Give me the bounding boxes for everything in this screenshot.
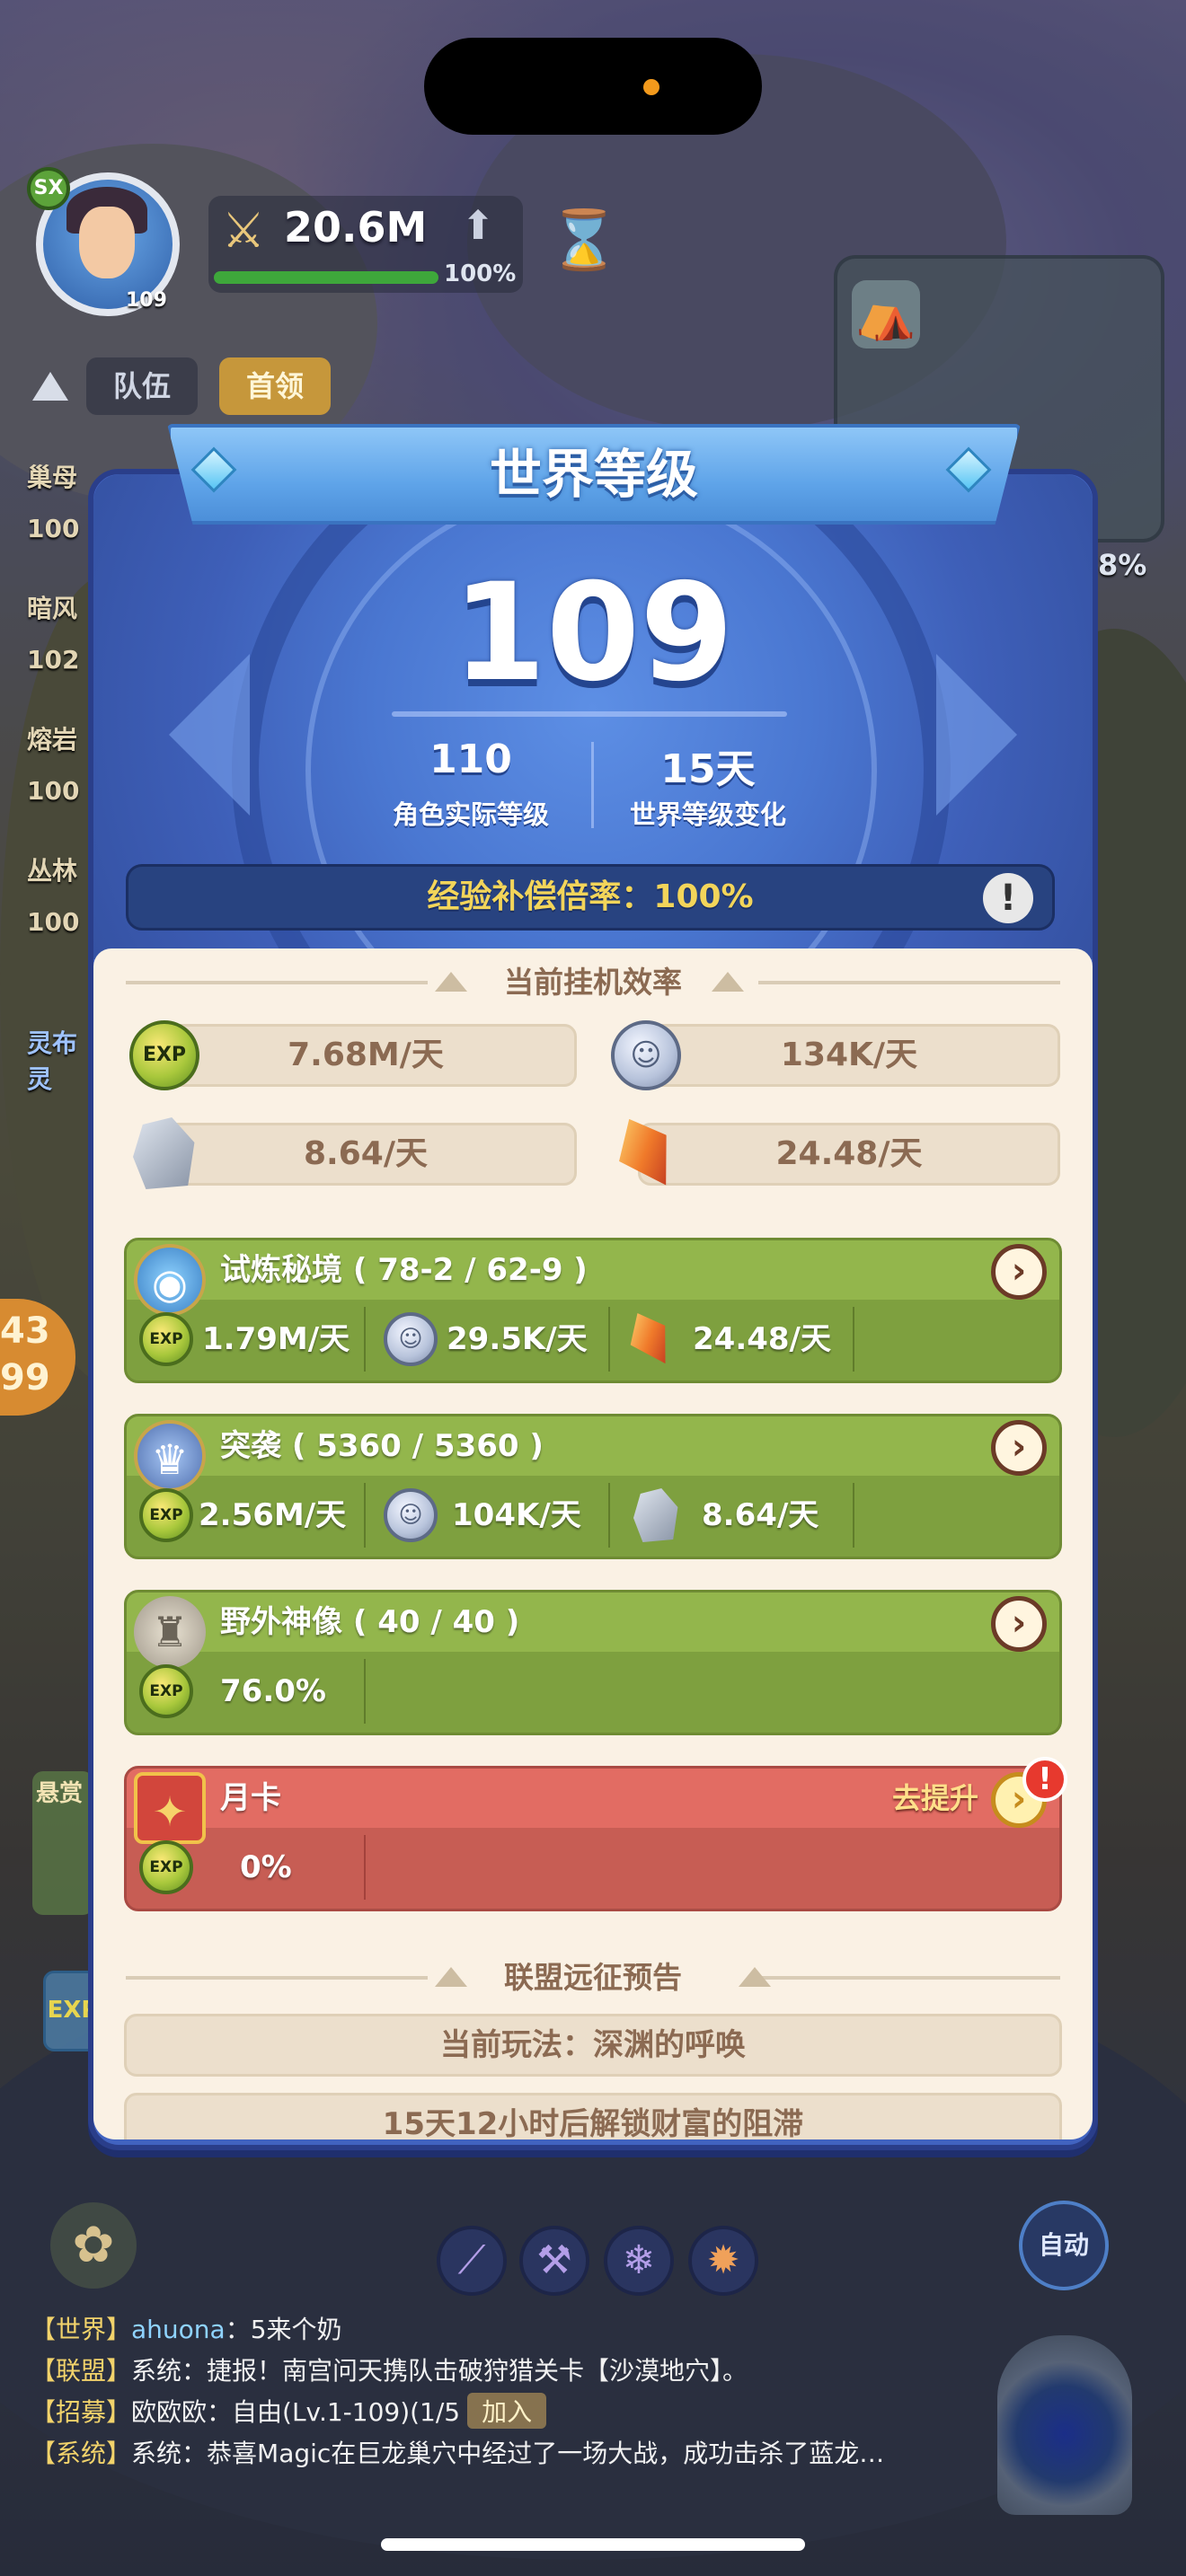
chevron-right-icon[interactable]: › — [991, 1596, 1047, 1652]
arrow-up-icon[interactable]: ⬆ — [456, 203, 500, 250]
event-badge-text: 43 99 — [0, 1310, 50, 1398]
left-list-item[interactable]: 巢母 — [27, 458, 99, 494]
exp-rate: 1.79M/天 — [202, 1321, 350, 1357]
recording-indicator — [643, 79, 659, 95]
card-title: 试炼秘境 ( 78-2 / 62-9 ) — [220, 1252, 588, 1288]
coin-rate: 29.5K/天 — [447, 1321, 588, 1357]
exp-rate: 2.56M/天 — [199, 1497, 347, 1533]
coin-icon: ☺ — [384, 1312, 438, 1366]
coin-rate: 104K/天 — [452, 1497, 581, 1533]
current-mode: 当前玩法：深渊的呼唤 — [124, 2014, 1062, 2077]
card-title: 突袭 ( 5360 / 5360 ) — [220, 1428, 544, 1464]
dynamic-island — [424, 38, 762, 135]
alert-badge: ! — [1022, 1757, 1067, 1802]
coin-rate: 134K/天 — [638, 1024, 1060, 1087]
hourglass-icon[interactable]: ⌛ — [548, 203, 620, 278]
collapse-icon[interactable] — [32, 372, 68, 401]
chat-sender: 系统 — [131, 2356, 182, 2386]
world-level-value: 109 — [452, 555, 734, 711]
stone-icon — [633, 1488, 678, 1542]
alliance-section-header: 联盟远征预告 — [93, 1956, 1093, 1999]
side-progress-text: 8% — [1098, 548, 1147, 582]
exp-icon: EXP — [129, 1020, 199, 1090]
hammer-skill-icon[interactable]: ⚒ — [519, 2226, 589, 2296]
home-indicator[interactable] — [381, 2538, 805, 2551]
blade-skill-icon[interactable]: ⟋ — [437, 2226, 507, 2296]
stone-rate: 8.64/天 — [155, 1123, 577, 1186]
exp-icon: EXP — [139, 1664, 193, 1718]
chat-content: ：自由(Lv.1-109)(1/5 — [207, 2397, 461, 2427]
stone-rate: 8.64/天 — [702, 1497, 819, 1533]
afk-section-header: 当前挂机效率 — [93, 961, 1093, 1004]
exp-icon: EXP — [139, 1312, 193, 1366]
crystal-rate: 24.48/天 — [638, 1123, 1060, 1186]
coin-icon: ☺ — [384, 1488, 438, 1542]
rank-badge: SX — [27, 167, 70, 210]
exp-icon: EXP — [139, 1488, 193, 1542]
chat-channel: 【系统】 — [31, 2439, 132, 2468]
crystal-icon — [620, 1305, 680, 1374]
chat-line[interactable]: 【招募】欧欧欧：自由(Lv.1-109)(1/5 加入 — [31, 2393, 547, 2429]
chat-sender: 系统 — [131, 2439, 182, 2468]
chevron-right-icon[interactable]: › — [991, 1420, 1047, 1476]
chat-content: ：捷报！南宫问天携队击破狩猎关卡【沙漠地穴】。 — [181, 2356, 748, 2386]
chat-channel: 【招募】 — [31, 2397, 132, 2427]
join-button[interactable]: 加入 — [467, 2393, 547, 2429]
alliance-section-title: 联盟远征预告 — [504, 1960, 682, 1995]
divider — [392, 711, 787, 717]
raid-card[interactable]: ♛ 突袭 ( 5360 / 5360 ) › EXP 2.56M/天 ☺ 104… — [124, 1414, 1062, 1559]
chevron-right-icon[interactable]: › — [991, 1244, 1047, 1300]
card-title: 野外神像 ( 40 / 40 ) — [220, 1604, 520, 1640]
chat-content: ：5来个奶 — [225, 2315, 342, 2344]
chat-content: ：恭喜Magic在巨龙巢穴中经过了一场大战，成功击杀了蓝龙… — [181, 2439, 885, 2468]
exp-bonus-text: 经验补偿倍率：100% — [427, 878, 754, 915]
tab-team[interactable]: 队伍 — [86, 357, 198, 415]
level-change-label: 世界等级变化 — [629, 799, 786, 830]
trial-realm-card[interactable]: ◉ 试炼秘境 ( 78-2 / 62-9 ) › EXP 1.79M/天 ☺ 2… — [124, 1238, 1062, 1383]
crystal-rate: 24.48/天 — [693, 1321, 831, 1357]
coin-icon: ☺ — [611, 1020, 681, 1090]
power-progress-text: 100% — [444, 260, 517, 287]
portal-icon[interactable] — [997, 2335, 1132, 2515]
next-mode: 15天12小时后解锁财富的阻滞 — [124, 2093, 1062, 2139]
actual-level-value: 110 — [429, 737, 512, 782]
chat-channel: 【联盟】 — [31, 2356, 132, 2386]
exp-icon: EXP — [139, 1840, 193, 1894]
player-level: 109 — [126, 289, 167, 312]
exclamation-icon[interactable]: ! — [983, 873, 1033, 923]
efficiency-body[interactable]: 当前挂机效率 7.68M/天 EXP 134K/天 ☺ 8.64/天 24.48… — [93, 948, 1093, 2139]
power-progress-bar — [214, 271, 438, 284]
card-title: 月卡 — [220, 1780, 281, 1816]
auto-battle-button[interactable]: 自动 — [1019, 2201, 1109, 2290]
chat-sender: 欧欧欧 — [131, 2397, 208, 2427]
wild-statue-card[interactable]: ♜ 野外神像 ( 40 / 40 ) › EXP 76.0% — [124, 1590, 1062, 1735]
afk-section-title: 当前挂机效率 — [504, 965, 682, 1000]
chat-line[interactable]: 【系统】系统：恭喜Magic在巨龙巢穴中经过了一场大战，成功击杀了蓝龙… — [31, 2434, 884, 2470]
pet-icon[interactable]: ✿ — [50, 2202, 137, 2289]
exp-rate: 7.68M/天 — [155, 1024, 577, 1087]
sword-icon: ⚔ — [221, 202, 266, 259]
chat-line[interactable]: 【世界】ahuona：5来个奶 — [31, 2310, 342, 2346]
tab-leader[interactable]: 首领 — [219, 357, 331, 415]
actual-level-label: 角色实际等级 — [392, 799, 549, 830]
monthly-card[interactable]: ✦ 月卡 去提升 › EXP 0% — [124, 1766, 1062, 1911]
upgrade-link[interactable]: 去提升 — [892, 1769, 978, 1828]
exp-rate: 76.0% — [220, 1673, 326, 1709]
exp-rate: 0% — [240, 1849, 292, 1885]
fire-skill-icon[interactable]: ✹ — [688, 2226, 758, 2296]
combat-power-value: 20.6M — [284, 203, 428, 251]
bounty-label: 悬赏 — [36, 1780, 84, 1807]
dialog-title: 世界等级 — [489, 444, 698, 505]
chat-channel: 【世界】 — [31, 2315, 132, 2344]
tent-icon[interactable]: ⛺ — [852, 280, 920, 348]
frost-skill-icon[interactable]: ❄ — [604, 2226, 674, 2296]
chat-sender: ahuona — [131, 2315, 226, 2344]
chat-line[interactable]: 【联盟】系统：捷报！南宫问天携队击破狩猎关卡【沙漠地穴】。 — [31, 2351, 748, 2387]
level-change-value: 15天 — [660, 746, 756, 792]
